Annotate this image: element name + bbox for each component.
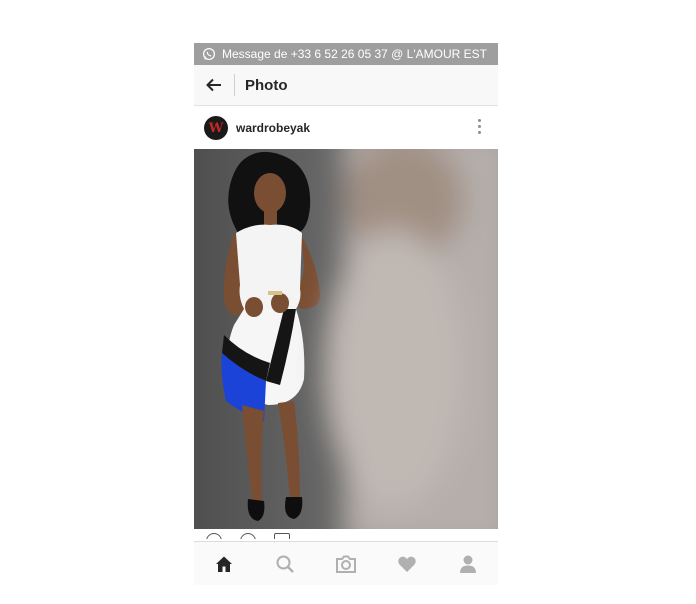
post-image[interactable]: [194, 149, 498, 529]
post-header: W wardrobeyak: [194, 106, 498, 150]
avatar[interactable]: W: [204, 116, 228, 140]
post-actions-row: [194, 529, 498, 539]
home-icon: [216, 556, 233, 572]
page-title: Photo: [245, 76, 288, 94]
nav-camera-button[interactable]: [326, 544, 366, 584]
bottom-navigation: [194, 541, 498, 585]
app-bar-divider: [234, 74, 235, 96]
avatar-logo-letter: W: [208, 120, 224, 136]
status-notification[interactable]: Message de +33 6 52 26 05 37 @ L'AMOUR E…: [194, 43, 498, 65]
phone-screen: Message de +33 6 52 26 05 37 @ L'AMOUR E…: [194, 43, 498, 585]
app-bar: Photo: [194, 65, 498, 106]
heart-icon[interactable]: [206, 533, 222, 539]
heart-icon: [398, 556, 416, 572]
fashion-photo: [194, 149, 498, 529]
nav-activity-button[interactable]: [387, 544, 427, 584]
share-icon[interactable]: [274, 533, 290, 539]
profile-icon: [459, 555, 476, 573]
nav-home-button[interactable]: [204, 544, 244, 584]
nav-search-button[interactable]: [265, 544, 305, 584]
more-vertical-icon: [478, 119, 482, 134]
comment-icon[interactable]: [240, 533, 256, 539]
notification-text: Message de +33 6 52 26 05 37 @ L'AMOUR E…: [222, 47, 487, 61]
more-options-button[interactable]: [478, 119, 482, 137]
back-button[interactable]: [202, 73, 226, 97]
whatsapp-icon: [202, 47, 216, 61]
username-link[interactable]: wardrobeyak: [236, 121, 310, 135]
arrow-left-icon: [206, 78, 221, 92]
search-icon: [276, 555, 295, 573]
nav-profile-button[interactable]: [448, 544, 488, 584]
camera-icon: [335, 555, 356, 573]
